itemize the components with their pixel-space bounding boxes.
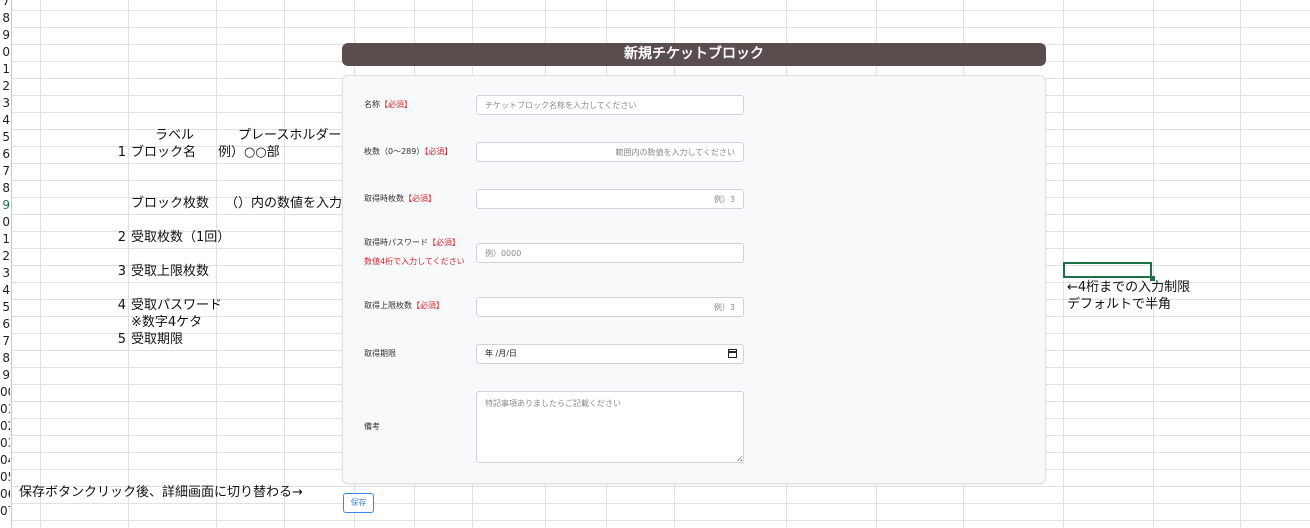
item-placeholder-cell[interactable]: 例）○○部 (218, 144, 280, 161)
row-number[interactable]: 1 (0, 61, 10, 78)
count-label-text: 枚数（0〜289） (364, 147, 425, 156)
name-input[interactable] (476, 95, 744, 115)
required-badge: 【必須】 (404, 194, 436, 203)
required-badge: 【必須】 (428, 238, 460, 247)
per-get-input[interactable] (476, 189, 744, 209)
row-number[interactable]: 04 (0, 452, 10, 469)
row-number[interactable]: 0 (0, 214, 10, 231)
item-label-cell[interactable]: 受取枚数（1回） (131, 229, 230, 246)
row-header-border (11, 0, 12, 528)
remarks-label: 備考 (364, 422, 380, 431)
item-label-cell[interactable]: 受取上限枚数 (131, 263, 209, 280)
name-label: 名称【必須】 (364, 99, 412, 110)
item-number-cell[interactable]: 1 (112, 144, 126, 161)
row-gridline (12, 10, 1310, 11)
required-badge: 【必須】 (424, 147, 453, 156)
password-label-text: 取得時パスワード (364, 238, 428, 247)
column-gridline (128, 0, 129, 528)
save-button[interactable]: 保存 (343, 493, 374, 513)
column-gridline (216, 0, 217, 528)
row-number[interactable]: 02 (0, 418, 10, 435)
column-gridline (1153, 0, 1154, 528)
password-note-cell[interactable]: ←4桁までの入力制限 (1067, 279, 1190, 296)
row-number[interactable]: 2 (0, 78, 10, 95)
row-number[interactable]: 01 (0, 401, 10, 418)
date-placeholder: 年 /月/日 (485, 349, 517, 358)
deadline-date-input[interactable]: 年 /月/日 (476, 344, 744, 364)
calendar-icon[interactable] (728, 349, 737, 358)
row-number[interactable]: 8 (0, 180, 10, 197)
row-number[interactable]: 3 (0, 265, 10, 282)
row-number[interactable]: 2 (0, 248, 10, 265)
row-number[interactable]: 07 (0, 503, 10, 520)
remarks-textarea[interactable] (476, 391, 744, 463)
row-number[interactable]: 06 (0, 486, 10, 503)
column-gridline (1240, 0, 1241, 528)
row-number[interactable]: 6 (0, 316, 10, 333)
password-note-cell[interactable]: デフォルトで半角 (1067, 296, 1171, 313)
per-get-label-text: 取得時枚数 (364, 194, 404, 203)
row-number[interactable]: 7 (0, 333, 10, 350)
required-badge: 【必須】 (380, 100, 412, 109)
item-label-cell[interactable]: 受取パスワード (131, 297, 222, 314)
row-gridline (12, 520, 1310, 521)
item-label-cell[interactable]: ブロック名 (131, 144, 196, 161)
row-gridline (12, 503, 1310, 504)
column-gridline (40, 0, 41, 528)
row-gridline (12, 27, 1310, 28)
required-badge: 【必須】 (412, 301, 444, 310)
row-number[interactable]: 3 (0, 95, 10, 112)
save-note-cell[interactable]: 保存ボタンクリック後、詳細画面に切り替わる→ (19, 484, 303, 501)
item-label-cell[interactable]: ブロック枚数 (131, 195, 209, 212)
form-title: 新規チケットブロック (342, 43, 1046, 66)
limit-label: 取得上限枚数【必須】 (364, 300, 444, 311)
row-number[interactable]: 8 (0, 350, 10, 367)
header-placeholder-cell[interactable]: プレースホルダー (238, 127, 341, 144)
count-input[interactable] (476, 142, 744, 162)
row-number[interactable]: 5 (0, 129, 10, 146)
item-label-cell[interactable]: 受取期限 (131, 331, 183, 348)
selected-cell[interactable] (1063, 262, 1152, 278)
password-label: 取得時パスワード【必須】 (364, 237, 460, 248)
item-note-cell[interactable]: ※数字4ケタ (131, 314, 202, 331)
item-number-cell[interactable]: 3 (112, 263, 126, 280)
name-label-text: 名称 (364, 100, 380, 109)
password-input[interactable] (476, 243, 744, 263)
row-number[interactable]: 8 (0, 10, 10, 27)
row-number[interactable]: 9 (0, 367, 10, 384)
limit-label-text: 取得上限枚数 (364, 301, 412, 310)
row-number[interactable]: 03 (0, 435, 10, 452)
resize-grip-icon[interactable] (736, 455, 742, 461)
item-placeholder-cell[interactable]: （）内の数値を入力 (225, 195, 342, 212)
row-number[interactable]: 7 (0, 163, 10, 180)
row-number[interactable]: 05 (0, 469, 10, 486)
item-number-cell[interactable]: 2 (112, 229, 126, 246)
item-number-cell[interactable]: 5 (112, 331, 126, 348)
count-label: 枚数（0〜289）【必須】 (364, 146, 452, 157)
row-number[interactable]: 4 (0, 112, 10, 129)
row-number[interactable]: 00 (0, 384, 10, 401)
row-number[interactable]: 9 (0, 27, 10, 44)
column-gridline (284, 0, 285, 528)
header-label-cell[interactable]: ラベル (155, 127, 194, 144)
row-number[interactable]: 0 (0, 44, 10, 61)
row-number[interactable]: 1 (0, 231, 10, 248)
item-number-cell[interactable]: 4 (112, 297, 126, 314)
row-number[interactable]: 4 (0, 282, 10, 299)
deadline-label: 取得期限 (364, 349, 396, 358)
row-number[interactable]: 5 (0, 299, 10, 316)
row-number[interactable]: 9 (0, 197, 10, 214)
per-get-label: 取得時枚数【必須】 (364, 193, 436, 204)
row-number[interactable]: 7 (0, 0, 10, 10)
row-number[interactable]: 6 (0, 146, 10, 163)
limit-input[interactable] (476, 297, 744, 317)
password-hint: 数値4桁で入力してください (364, 257, 465, 266)
